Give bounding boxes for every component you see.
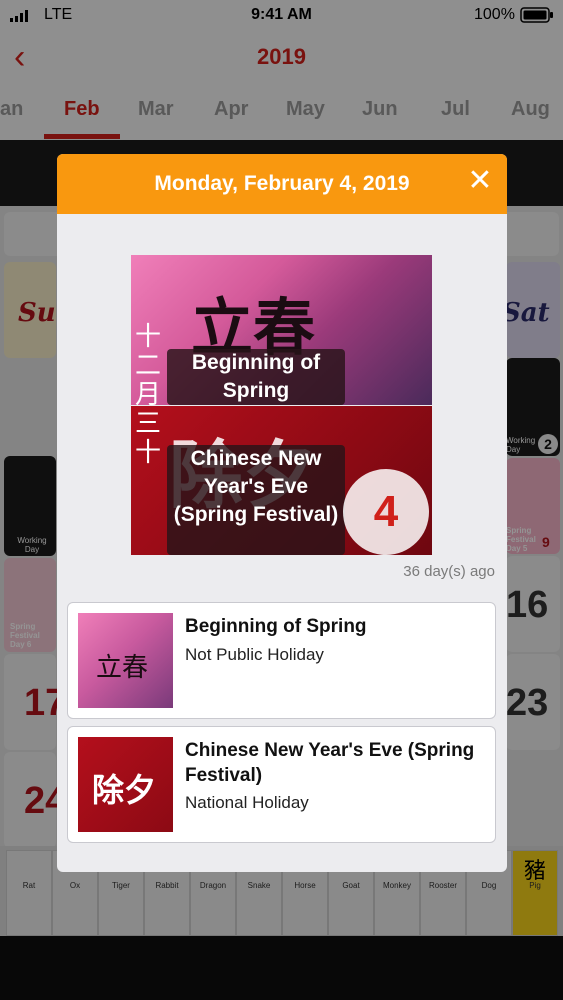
thumb-chars: 除夕 (92, 771, 157, 809)
event-subtitle: Not Public Holiday (185, 645, 324, 664)
eve-thumbnail: 除夕 (78, 737, 173, 832)
event-card-eve[interactable]: 除夕 Chinese New Year's Eve (Spring Festiv… (67, 726, 496, 843)
event-card-spring[interactable]: 立春 Beginning of Spring Not Public Holida… (67, 602, 496, 719)
modal-header: Monday, February 4, 2019 ✕ (57, 154, 507, 214)
event-title: Beginning of Spring (185, 616, 367, 637)
event-subtitle: National Holiday (185, 793, 309, 812)
day-number: 4 (343, 469, 429, 555)
thumb-chars: 立春 (96, 653, 149, 683)
modal-title: Monday, February 4, 2019 (154, 172, 410, 195)
event-title: Chinese New Year's Eve (Spring Festival) (185, 740, 475, 786)
close-icon[interactable]: ✕ (465, 166, 495, 196)
day-detail-modal: Monday, February 4, 2019 ✕ 立春 除夕 十二月三十 B… (57, 154, 507, 872)
hero-label-spring: Beginning of Spring (167, 349, 345, 405)
days-ago-label: 36 day(s) ago (403, 563, 495, 580)
day-hero-image: 立春 除夕 十二月三十 Beginning of Spring Chinese … (131, 255, 432, 555)
lunar-date-vertical: 十二月三十 (135, 322, 162, 468)
spring-thumbnail: 立春 (78, 613, 173, 708)
hero-label-eve: Chinese New Year's Eve (Spring Festival) (167, 445, 345, 555)
